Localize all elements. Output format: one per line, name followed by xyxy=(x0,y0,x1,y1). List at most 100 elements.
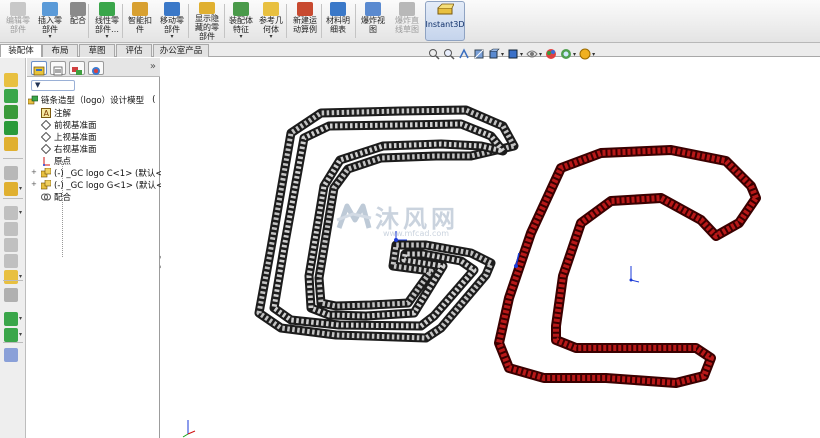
tree-item-3-label: 右视基准面 xyxy=(54,145,97,155)
tree-item-3[interactable]: 右视基准面 xyxy=(41,143,97,155)
tab-3[interactable]: 评估 xyxy=(116,44,152,57)
hide-show-dropdown[interactable]: ▾ xyxy=(539,51,542,58)
line-icon[interactable] xyxy=(4,89,18,103)
property-manager-tab[interactable] xyxy=(50,61,66,76)
tangent-arc-icon[interactable] xyxy=(4,105,18,119)
move-entity-icon[interactable] xyxy=(4,312,18,326)
edit-component-button[interactable]: 编辑零 部件 xyxy=(5,1,31,41)
left-toolbar: ▾ ▾ ▾ ▾ ▾ xyxy=(0,58,26,438)
apply-scene-dropdown[interactable]: ▾ xyxy=(573,51,576,58)
ribbon-separator xyxy=(188,4,189,38)
tree-item-4[interactable]: 原点 xyxy=(41,155,71,167)
mate-button[interactable]: 配合 xyxy=(67,1,89,41)
offset-icon[interactable] xyxy=(4,222,18,236)
insert-component-button[interactable]: 插入零 部件 ▾ xyxy=(33,1,67,41)
tree-item-0[interactable]: A 注解 xyxy=(41,107,71,119)
ribbon-separator xyxy=(321,4,322,38)
view-settings-icon[interactable] xyxy=(579,48,591,60)
repair-icon[interactable] xyxy=(4,328,18,342)
rectangle-icon[interactable] xyxy=(4,166,18,180)
toolbar-dropdown[interactable]: ▾ xyxy=(19,185,22,192)
toolbar-dropdown[interactable]: ▾ xyxy=(19,209,22,216)
view-settings-dropdown[interactable]: ▾ xyxy=(592,51,595,58)
zoom-to-fit-icon[interactable] xyxy=(428,48,440,60)
tab-0[interactable]: 装配体 xyxy=(0,44,42,57)
rapid-sketch-icon[interactable] xyxy=(4,348,18,362)
tab-2[interactable]: 草图 xyxy=(79,44,115,57)
view-orientation-dropdown[interactable]: ▾ xyxy=(501,51,504,58)
top-plane-icon xyxy=(41,132,51,142)
feature-tree-icon xyxy=(33,66,45,76)
explode-line-sketch-label: 线草图 xyxy=(395,25,419,34)
instant3d-button[interactable]: Instant3D xyxy=(425,1,465,41)
linear-pattern-dropdown[interactable]: ▾ xyxy=(105,34,108,40)
ribbon-separator xyxy=(122,4,123,38)
tree-expander[interactable]: + xyxy=(31,180,42,188)
display-style-dropdown[interactable]: ▾ xyxy=(520,51,523,58)
toolbar-separator xyxy=(3,342,23,343)
toolbar-dropdown[interactable]: ▾ xyxy=(19,315,22,322)
svg-text:A: A xyxy=(44,109,50,118)
filter-icon: ▼ xyxy=(35,81,41,89)
tree-item-2-label: 上视基准面 xyxy=(54,133,97,143)
circle-icon[interactable] xyxy=(4,182,18,196)
tree-item-2[interactable]: 上视基准面 xyxy=(41,131,97,143)
relation-icon[interactable] xyxy=(4,270,18,284)
toolbar-dropdown[interactable]: ▾ xyxy=(19,273,22,280)
explode-line-sketch-button[interactable]: 爆炸直 线草图 xyxy=(390,1,424,41)
tree-item-5[interactable]: (-) _GC logo C<1> (默认< xyxy=(41,167,162,179)
mates-folder-icon xyxy=(41,193,51,201)
zoom-to-area-icon[interactable] xyxy=(443,48,455,60)
convert-icon[interactable] xyxy=(4,288,18,302)
pattern-icon[interactable] xyxy=(4,254,18,268)
model-view[interactable] xyxy=(161,58,820,438)
smart-dimension-icon[interactable] xyxy=(4,137,18,151)
display-style-icon[interactable] xyxy=(507,48,519,60)
show-hidden-button[interactable]: 显示隐 藏的零 部件 xyxy=(190,1,224,41)
new-motion-study-label: 动算例 xyxy=(293,25,317,34)
tree-item-7[interactable]: 配合 xyxy=(41,191,71,203)
bom-label: 材料明 xyxy=(326,16,350,25)
sketch-line-icon[interactable] xyxy=(4,73,18,87)
tab-4[interactable]: 办公室产品 xyxy=(153,44,209,57)
panel-expand-chevron[interactable]: » xyxy=(150,61,156,72)
previous-view-icon[interactable] xyxy=(458,48,470,60)
move-component-button[interactable]: 移动零 部件 ▾ xyxy=(156,1,188,41)
assembly-features-dropdown[interactable]: ▾ xyxy=(239,34,242,40)
instant3d-icon xyxy=(437,3,454,15)
tab-1[interactable]: 布局 xyxy=(42,44,78,57)
reference-geometry-button[interactable]: 参考几 何体 ▾ xyxy=(256,1,286,41)
linear-pattern-button[interactable]: 线性零 部件… ▾ xyxy=(90,1,124,41)
feature-manager-tab[interactable] xyxy=(31,61,47,76)
ribbon-separator xyxy=(286,4,287,38)
apply-scene-icon[interactable] xyxy=(560,48,572,60)
tree-item-1[interactable]: 前视基准面 xyxy=(41,119,97,131)
view-orientation-icon[interactable] xyxy=(488,48,500,60)
trim-icon[interactable] xyxy=(4,206,18,220)
tree-expander[interactable]: + xyxy=(31,168,42,176)
edit-appearance-icon[interactable] xyxy=(545,48,557,60)
move-component-dropdown[interactable]: ▾ xyxy=(170,34,173,40)
assembly-features-button[interactable]: 装配体 特征 ▾ xyxy=(226,1,256,41)
section-view-icon[interactable] xyxy=(473,48,485,60)
hide-show-items-icon[interactable] xyxy=(526,48,538,60)
chain-c-outer[interactable] xyxy=(494,145,761,388)
tree-item-6[interactable]: (-) _GC logo G<1> (默认< xyxy=(41,179,163,191)
show-hidden-label: 部件 xyxy=(199,32,215,41)
mate-icon xyxy=(70,2,86,16)
mirror-icon[interactable] xyxy=(4,238,18,252)
smart-fasteners-button[interactable]: 智能扣件 xyxy=(124,1,156,41)
configuration-manager-tab[interactable] xyxy=(69,61,85,75)
reference-geometry-dropdown[interactable]: ▾ xyxy=(269,34,272,40)
tree-filter[interactable]: ▼ xyxy=(31,80,75,91)
graphics-area[interactable]: 沐风网 www.mfcad.com xyxy=(161,58,820,438)
display-manager-tab[interactable] xyxy=(88,61,104,75)
exploded-view-button[interactable]: 爆炸视图 xyxy=(357,1,389,41)
insert-component-dropdown[interactable]: ▾ xyxy=(48,34,51,40)
tree-root-assembly[interactable]: 链条造型（logo）设计模型 ( xyxy=(28,94,156,106)
new-motion-study-button[interactable]: 新建运 动算例 xyxy=(288,1,322,41)
command-tabs: 装配体 布局 草图 评估 办公室产品 xyxy=(0,43,820,57)
spline-icon[interactable] xyxy=(4,121,18,135)
bom-button[interactable]: 材料明 细表 xyxy=(323,1,353,41)
toolbar-dropdown[interactable]: ▾ xyxy=(19,331,22,338)
